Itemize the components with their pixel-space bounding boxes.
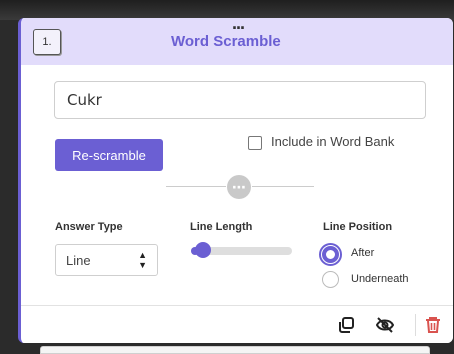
background-top xyxy=(0,0,454,20)
answer-type-label: Answer Type xyxy=(55,221,123,233)
divider-right xyxy=(252,186,314,187)
card-header: ... 1. Word Scramble xyxy=(21,18,453,65)
next-card-edge xyxy=(40,346,430,354)
copy-icon[interactable] xyxy=(337,316,355,334)
eye-off-icon[interactable] xyxy=(376,316,394,334)
line-length-label: Line Length xyxy=(190,221,253,233)
radio-after-label: After xyxy=(351,247,375,259)
card-footer xyxy=(21,305,453,343)
divider-left xyxy=(166,186,226,187)
line-length-thumb[interactable] xyxy=(195,242,212,258)
radio-after[interactable] xyxy=(322,246,339,263)
answer-type-value: Line xyxy=(66,252,91,268)
radio-underneath[interactable] xyxy=(322,271,339,288)
question-number: 1. xyxy=(33,29,61,55)
rescramble-button[interactable]: Re-scramble xyxy=(55,139,163,171)
more-options-icon[interactable]: ⋯ xyxy=(227,175,251,199)
trash-icon[interactable] xyxy=(424,316,442,334)
word-scramble-card: ... 1. Word Scramble Cukr Re-scramble In… xyxy=(18,18,453,343)
include-word-bank-checkbox[interactable] xyxy=(248,136,262,150)
answer-type-select[interactable]: Line ▲ ▼ xyxy=(55,244,158,276)
card-title: Word Scramble xyxy=(171,33,281,50)
footer-separator xyxy=(415,314,416,336)
select-caret-icon: ▲ ▼ xyxy=(138,250,147,270)
include-word-bank-label: Include in Word Bank xyxy=(271,134,395,149)
word-input[interactable]: Cukr xyxy=(54,81,426,119)
drag-handle-icon[interactable]: ... xyxy=(232,18,245,32)
radio-underneath-label: Underneath xyxy=(351,273,409,285)
line-position-label: Line Position xyxy=(323,221,393,233)
